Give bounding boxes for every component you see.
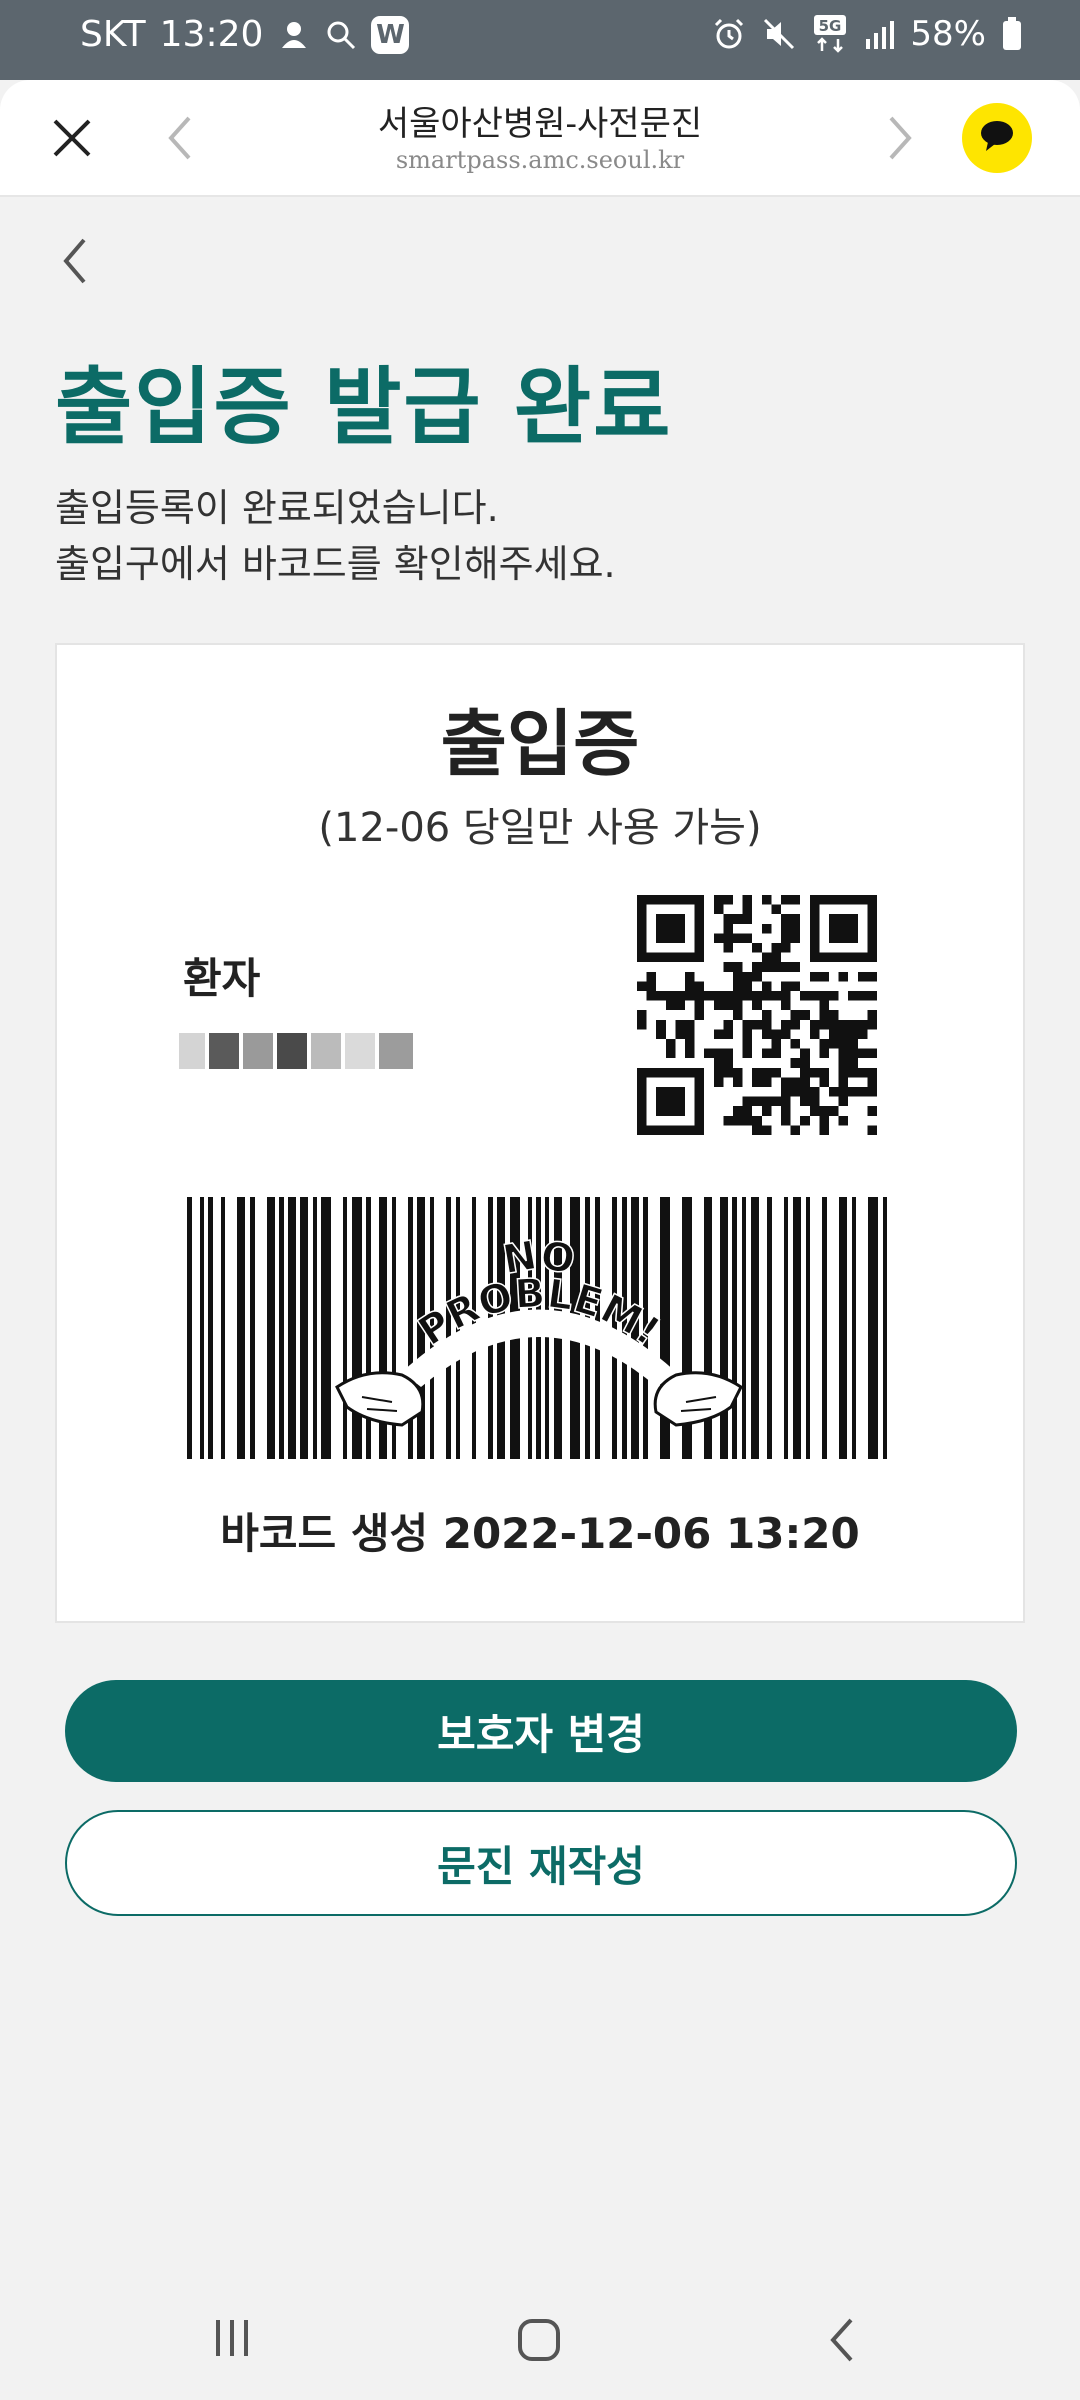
patient-name-redacted [179,1033,413,1069]
svg-text:5G: 5G [819,17,842,35]
subtitle-line-2: 출입구에서 바코드를 확인해주세요. [55,542,616,586]
patient-label: 환자 [183,954,261,1003]
speech-bubble-icon [978,118,1016,158]
home-icon[interactable] [515,2316,563,2368]
back-icon[interactable] [60,236,90,290]
entry-pass-card: 출입증 (12-06 당일만 사용 가능) 환자 NO PROBLEM! 바코드… [55,643,1025,1623]
w-app-icon: W [371,15,410,54]
right-hand-icon [653,1371,743,1427]
page-title: 출입증 발급 완료 [55,358,673,456]
qr-code [637,895,877,1135]
pass-validity: (12-06 당일만 사용 가능) [318,805,762,851]
mute-icon [762,17,796,51]
barcode: NO PROBLEM! [187,1197,887,1459]
barcode-timestamp: 바코드 생성 2022-12-06 13:20 [220,1509,860,1558]
signal-icon [864,19,895,49]
rewrite-questionnaire-button[interactable]: 문진 재작성 [65,1810,1017,1916]
status-bar: SKT 13:20 W 5G 58% [0,0,1080,80]
search-icon [325,19,357,51]
kakao-chat-button[interactable] [962,103,1032,173]
carrier: SKT [80,14,146,55]
browser-back-icon[interactable] [165,114,195,166]
5g-icon: 5G [812,15,848,53]
browser-title: 서울아산병원-사전문진 [377,104,703,144]
browser-forward-icon[interactable] [885,114,915,166]
battery-icon [1002,17,1022,51]
page-subtitle: 출입등록이 완료되었습니다. 출입구에서 바코드를 확인해주세요. [55,480,616,592]
clock: 13:20 [159,14,264,55]
navigation-bar [0,2280,1080,2400]
browser-header: 서울아산병원-사전문진 smartpass.amc.seoul.kr [0,80,1080,197]
android-head-icon [277,18,311,52]
recent-apps-icon[interactable] [210,2316,254,2364]
left-hand-icon [335,1371,425,1427]
pass-title: 출입증 [440,702,640,786]
subtitle-line-1: 출입등록이 완료되었습니다. [55,486,499,530]
battery-percent: 58% [910,14,986,54]
nav-back-icon[interactable] [825,2314,859,2370]
alarm-icon [712,17,746,51]
change-guardian-button[interactable]: 보호자 변경 [65,1680,1017,1782]
browser-url: smartpass.amc.seoul.kr [395,146,685,174]
close-icon[interactable] [50,116,94,160]
